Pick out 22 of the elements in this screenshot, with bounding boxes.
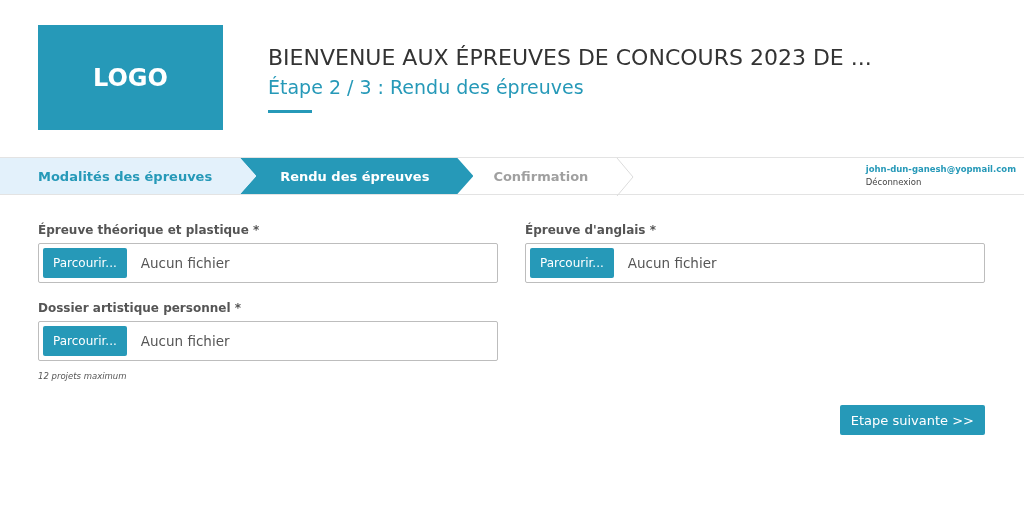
step-subtitle: Étape 2 / 3 : Rendu des épreuves <box>268 76 585 98</box>
file-input[interactable]: Parcourir... Aucun fichier <box>38 243 498 283</box>
logo: LOGO <box>38 25 223 130</box>
browse-button[interactable]: Parcourir... <box>43 248 127 278</box>
logout-link[interactable]: Déconnexion <box>865 177 1016 187</box>
page-title: BIENVENUE AUX ÉPREUVES DE CONCOURS 2023 DE ... <box>268 45 872 70</box>
field-label: Épreuve d'anglais * <box>525 223 657 237</box>
file-status: Aucun fichier <box>140 255 230 271</box>
field-hint: 12 projets maximum <box>38 371 128 381</box>
browse-button[interactable]: Parcourir... <box>530 248 614 278</box>
next-step-button[interactable]: Etape suivante >> <box>839 405 985 435</box>
field-label: Épreuve théorique et plastique * <box>38 223 261 237</box>
file-input[interactable]: Parcourir... Aucun fichier <box>525 243 985 283</box>
file-status: Aucun fichier <box>627 255 717 271</box>
file-input[interactable]: Parcourir... Aucun fichier <box>38 321 498 361</box>
wizard-step[interactable]: Modalités des épreuves <box>0 158 257 194</box>
wizard-step[interactable]: Rendu des épreuves <box>240 158 474 194</box>
title-underline <box>268 110 312 113</box>
browse-button[interactable]: Parcourir... <box>43 326 127 356</box>
field-label: Dossier artistique personnel * <box>38 301 242 315</box>
user-email[interactable]: john-dun-ganesh@yopmail.com <box>865 164 1016 174</box>
file-status: Aucun fichier <box>140 333 230 349</box>
